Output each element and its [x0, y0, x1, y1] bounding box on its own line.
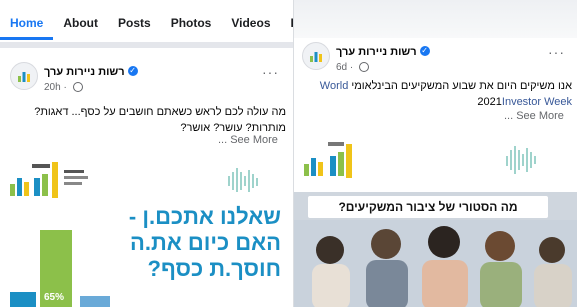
verified-badge-icon: ✓	[127, 65, 138, 76]
investor-week-link[interactable]: Investor Week	[502, 96, 572, 108]
year-text: 2021	[477, 96, 502, 108]
post-text-line-2: 2021Investor Week	[302, 94, 572, 110]
headline-line-1: שאלנו אתכם.ן -	[128, 204, 281, 229]
world-investor-week-logo-icon	[10, 162, 88, 198]
avatar[interactable]	[10, 62, 38, 90]
page-name-row: רשות ניירות ערך ✓	[336, 42, 430, 60]
globe-icon	[72, 82, 83, 93]
right-facebook-page: רשות ניירות ערך ✓ 6d · ··· אנו משיקים היו…	[293, 0, 577, 307]
more-options-icon[interactable]: ···	[262, 64, 279, 80]
tab-events[interactable]: Ev	[281, 16, 294, 40]
post-text: אנו משיקים היום את שבוע המשקיעים הבינלאו…	[302, 78, 572, 110]
post-text: מה עולה לכם לראש כשאתם חושבים על כסף... …	[10, 104, 286, 136]
tab-posts[interactable]: Posts	[108, 16, 161, 40]
section-divider	[0, 42, 293, 48]
see-more-link[interactable]: ... See More	[504, 110, 564, 122]
post-meta: 6d ·	[336, 62, 430, 73]
see-more-link[interactable]: ... See More	[218, 134, 278, 146]
left-facebook-page: Home About Posts Photos Videos Ev רשות נ…	[0, 0, 293, 307]
world-investor-week-logo-icon	[304, 142, 352, 178]
world-link[interactable]: World	[320, 80, 349, 92]
verified-badge-icon: ✓	[419, 45, 430, 56]
page-name[interactable]: רשות ניירות ערך	[44, 66, 125, 78]
post-header: רשות ניירות ערך ✓ 20h ·	[10, 62, 138, 93]
post-time[interactable]: 20h	[44, 82, 61, 93]
image-question-banner: מה הסטורי של ציבור המשקיעים?	[308, 196, 548, 218]
people-illustration	[294, 220, 577, 307]
post-text-line-1: אנו משיקים היום את שבוע המשקיעים הבינלאו…	[302, 78, 572, 94]
headline-line-3: חוסך.ת כסף?	[147, 256, 281, 281]
globe-icon	[359, 62, 370, 73]
headline-line-2: האם כיום את.ה	[129, 230, 281, 255]
post-meta: 20h ·	[44, 82, 138, 93]
post-image[interactable]: מה הסטורי של ציבור המשקיעים?	[294, 132, 577, 307]
blurred-header-bar	[294, 0, 577, 38]
bar-value-label: 65%	[44, 292, 65, 303]
post-header: רשות ניירות ערך ✓ 6d ·	[302, 42, 430, 73]
more-options-icon[interactable]: ···	[548, 44, 565, 60]
tab-photos[interactable]: Photos	[161, 16, 222, 40]
isa-wave-logo-icon	[506, 146, 536, 174]
isa-logo-icon	[18, 72, 30, 82]
post-time[interactable]: 6d	[336, 62, 347, 73]
isa-wave-logo-icon	[228, 168, 258, 192]
tab-home[interactable]: Home	[0, 16, 54, 40]
tab-videos[interactable]: Videos	[221, 16, 280, 40]
isa-logo-icon	[310, 52, 322, 62]
bar-light-blue	[80, 296, 110, 307]
post-image[interactable]: שאלנו אתכם.ן - האם כיום את.ה חוסך.ת כסף?…	[0, 152, 293, 307]
post-text-line-1: מה עולה לכם לראש כשאתם חושבים על כסף... …	[34, 106, 286, 118]
tab-about[interactable]: About	[53, 16, 108, 40]
page-name[interactable]: רשות ניירות ערך	[336, 46, 417, 58]
post-text-line-1-he: אנו משיקים היום את שבוע המשקיעים הבינלאו…	[351, 80, 572, 92]
page-tabs: Home About Posts Photos Videos Ev	[0, 0, 293, 40]
page-name-row: רשות ניירות ערך ✓	[44, 62, 138, 80]
avatar[interactable]	[302, 42, 330, 70]
bar-blue	[10, 292, 36, 307]
